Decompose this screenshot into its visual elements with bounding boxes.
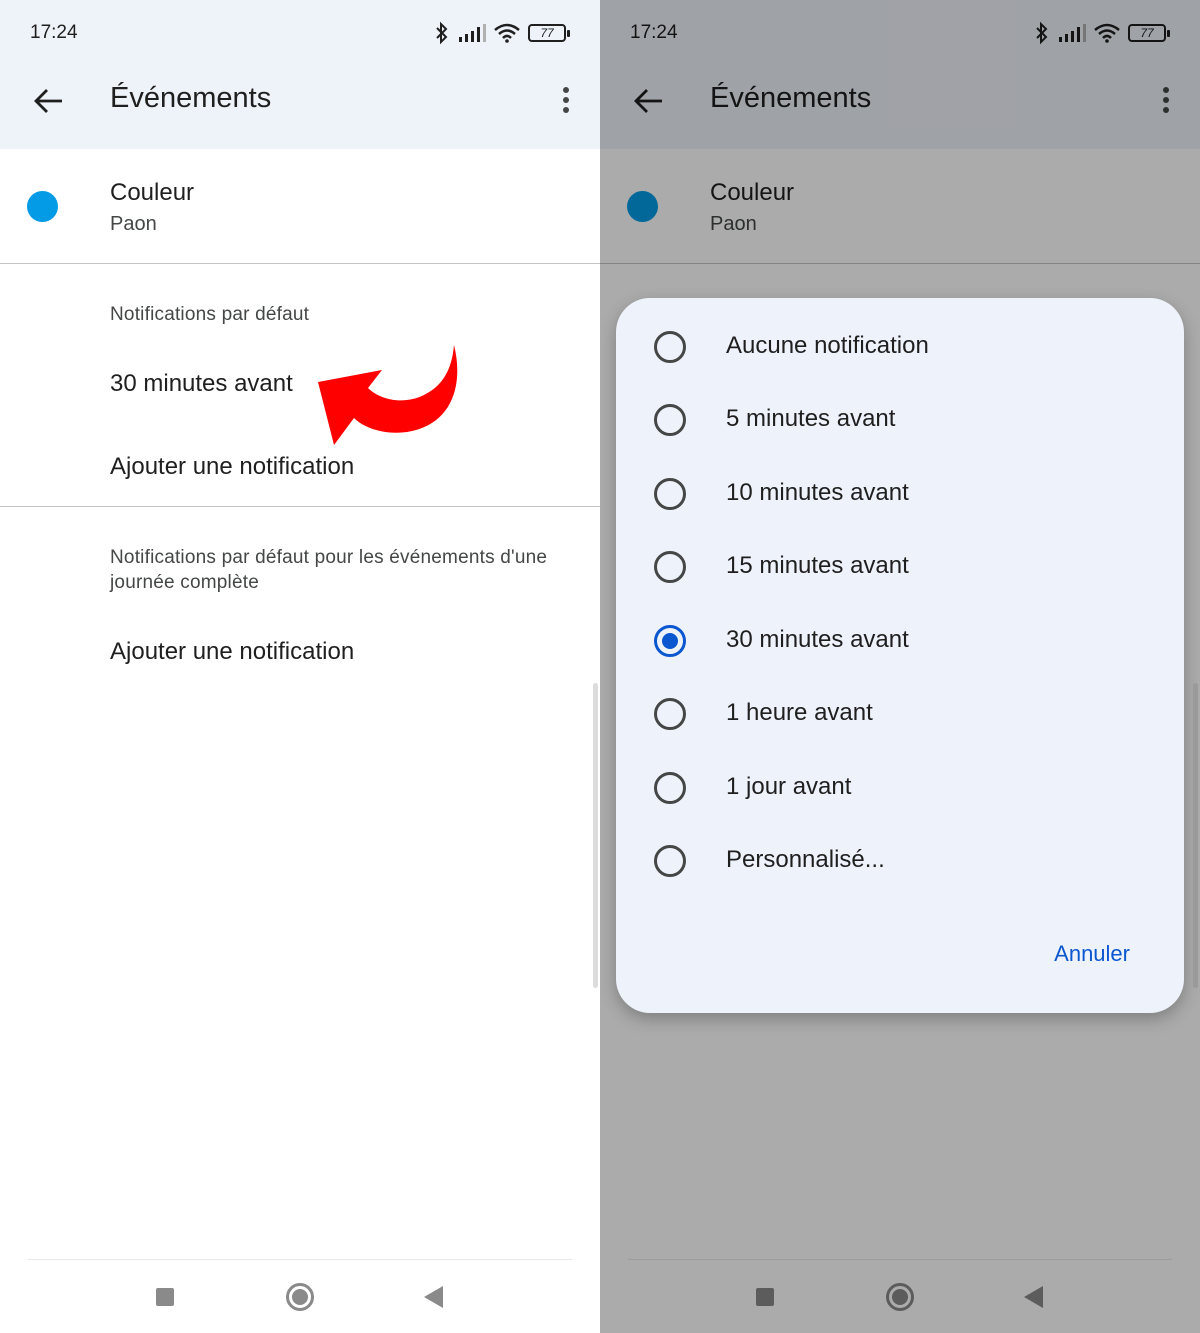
back-button[interactable]	[30, 82, 68, 120]
add-all-day-notification-button[interactable]: Ajouter une notification	[110, 638, 354, 666]
status-icons: 77	[434, 20, 570, 46]
default-notification-value[interactable]: 30 minutes avant	[110, 370, 293, 398]
option-label: 1 jour avant	[726, 773, 852, 800]
notification-options-dialog: Aucune notification 5 minutes avant 10 m…	[616, 298, 1184, 1013]
scrollbar[interactable]	[593, 683, 598, 988]
circle-home-icon[interactable]	[286, 1283, 314, 1311]
color-swatch	[27, 191, 58, 222]
radio-button[interactable]	[654, 331, 686, 363]
square-icon[interactable]	[156, 1288, 174, 1306]
notification-picker-screen: 17:24 77 Événements Couleur Paon Aucune …	[600, 0, 1200, 1333]
status-bar: 17:24 77	[0, 0, 600, 66]
more-vert-icon	[563, 87, 569, 113]
divider	[0, 506, 600, 507]
color-value: Paon	[110, 213, 157, 235]
option-label: Personnalisé...	[726, 846, 885, 873]
default-notifications-label: Notifications par défaut	[110, 304, 310, 325]
option-label: 15 minutes avant	[726, 552, 909, 579]
radio-button[interactable]	[654, 478, 686, 510]
settings-screen: 17:24 77 Événements Couleur Paon Notific…	[0, 0, 600, 1333]
option-label: 10 minutes avant	[726, 479, 909, 506]
wifi-icon	[494, 23, 520, 43]
option-label: Aucune notification	[726, 332, 929, 359]
scrollbar[interactable]	[1193, 683, 1198, 988]
option-row[interactable]: 1 jour avant	[616, 756, 1184, 820]
radio-button-selected[interactable]	[654, 625, 686, 657]
option-row[interactable]: Aucune notification	[616, 315, 1184, 379]
signal-icon	[459, 24, 486, 42]
page-title: Événements	[110, 82, 272, 114]
all-day-notifications-label: Notifications par défaut pour les événem…	[110, 547, 548, 593]
status-time: 17:24	[30, 22, 78, 43]
add-notification-button[interactable]: Ajouter une notification	[110, 453, 354, 481]
radio-button[interactable]	[654, 551, 686, 583]
radio-button[interactable]	[654, 845, 686, 877]
option-label: 1 heure avant	[726, 699, 873, 726]
option-row[interactable]: 10 minutes avant	[616, 462, 1184, 526]
option-row[interactable]: 1 heure avant	[616, 682, 1184, 746]
triangle-back-icon[interactable]	[424, 1286, 443, 1308]
color-setting-row[interactable]: Couleur Paon	[0, 149, 600, 263]
radio-button[interactable]	[654, 698, 686, 730]
bluetooth-icon	[436, 21, 448, 45]
battery-icon: 77	[528, 24, 570, 42]
option-row[interactable]: 5 minutes avant	[616, 388, 1184, 452]
option-row[interactable]: 15 minutes avant	[616, 535, 1184, 599]
option-row[interactable]: Personnalisé...	[616, 829, 1184, 893]
battery-level: 77	[540, 26, 554, 40]
option-row-selected[interactable]: 30 minutes avant	[616, 609, 1184, 673]
arrow-back-icon	[34, 89, 62, 113]
red-arrow-annotation-icon	[318, 345, 458, 445]
radio-button[interactable]	[654, 772, 686, 804]
radio-button[interactable]	[654, 404, 686, 436]
nav-bar-divider	[28, 1259, 572, 1260]
option-label: 5 minutes avant	[726, 405, 896, 432]
cancel-button[interactable]: Annuler	[1054, 941, 1130, 967]
more-options-button[interactable]	[548, 80, 584, 120]
divider	[0, 263, 600, 264]
option-label: 30 minutes avant	[726, 626, 909, 653]
color-label: Couleur	[110, 179, 195, 206]
